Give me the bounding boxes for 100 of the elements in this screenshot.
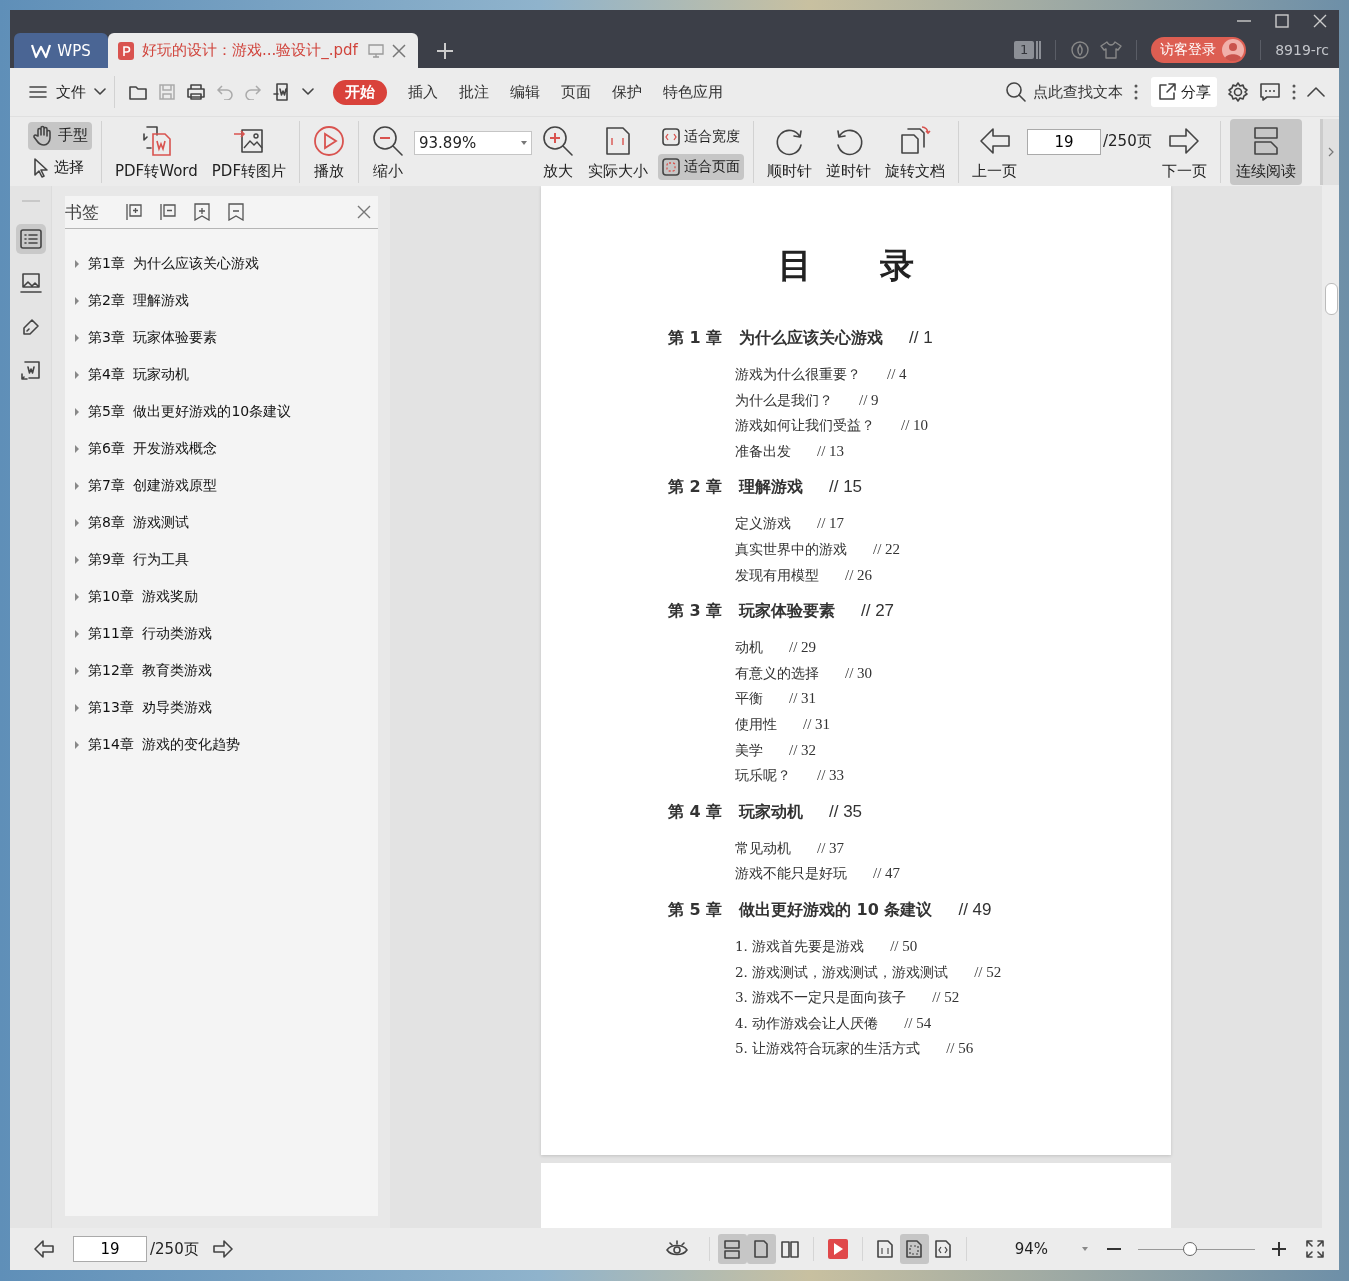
droplet-icon[interactable] — [1070, 40, 1091, 60]
more-icon[interactable] — [1291, 83, 1297, 101]
document-tab[interactable]: 好玩的设计：游戏...验设计_.pdf — [108, 33, 418, 68]
fit-width-button[interactable]: 适合宽度 — [658, 123, 744, 150]
close-icon[interactable] — [356, 204, 372, 220]
open-folder-icon[interactable] — [128, 83, 148, 101]
bookmark-item[interactable]: 第1章 为什么应该关心游戏 — [88, 254, 260, 273]
next-page-icon[interactable] — [212, 1240, 233, 1258]
menu-tab[interactable]: 特色应用 — [663, 79, 723, 105]
menu-tab[interactable]: 保护 — [612, 79, 642, 105]
zoom-out-button[interactable]: 缩小 — [368, 118, 408, 185]
scroll-thumb[interactable] — [1325, 283, 1338, 315]
settings-icon[interactable] — [1227, 81, 1249, 103]
bookmark-item[interactable]: 第8章 游戏测试 — [88, 513, 190, 532]
previous-page-icon[interactable] — [34, 1240, 54, 1258]
menu-tab[interactable]: 页面 — [561, 79, 591, 105]
bookmark-item[interactable]: 第4章 玩家动机 — [88, 365, 190, 384]
expand-arrow[interactable] — [75, 259, 79, 268]
chapter-heading: 第 3 章 玩家体验要素 // 27 — [668, 600, 896, 623]
expand-arrow[interactable] — [75, 407, 79, 416]
collapse-icon[interactable] — [1307, 87, 1325, 97]
share-button[interactable]: 分享 — [1151, 77, 1217, 107]
search-field[interactable]: 点此查找文本 — [1005, 81, 1127, 103]
actual-size-button[interactable]: 实际大小 — [584, 118, 652, 185]
pdf-to-word-button[interactable]: PDF转Word — [111, 118, 202, 185]
bookmark-item[interactable]: 第2章 理解游戏 — [88, 291, 190, 310]
outline-tab[interactable] — [15, 224, 46, 254]
menu-tab[interactable]: 开始 — [333, 79, 387, 105]
continuous-reading-button[interactable]: 连续阅读 — [1229, 118, 1302, 185]
zoom-dropdown[interactable]: 94% — [1014, 1240, 1088, 1258]
expand-arrow[interactable] — [75, 629, 79, 638]
page-number-field[interactable]: 19 — [73, 1236, 147, 1262]
bookmark-item[interactable]: 第3章 玩家体验要素 — [88, 328, 218, 347]
expand-arrow[interactable] — [75, 370, 79, 379]
file-menu[interactable]: 文件 — [56, 82, 86, 102]
expand-arrow[interactable] — [75, 444, 79, 453]
next-page-button[interactable]: 下一页 — [1157, 118, 1211, 185]
zoom-out-icon[interactable] — [1106, 1247, 1122, 1251]
eye-icon[interactable] — [664, 1240, 689, 1258]
chevron-down-icon[interactable] — [94, 88, 106, 96]
bookmark-item[interactable]: 第14章 游戏的变化趋势 — [88, 735, 241, 754]
expand-arrow[interactable] — [75, 666, 79, 675]
collapse-all-icon[interactable] — [159, 203, 177, 221]
slideshow-button[interactable] — [827, 1239, 848, 1259]
zoom-in-icon[interactable] — [1271, 1241, 1287, 1257]
rotate-counterclockwise-button[interactable]: 逆时针 — [822, 118, 875, 185]
expand-arrow[interactable] — [75, 555, 79, 564]
menu-tab[interactable]: 插入 — [408, 79, 438, 105]
expand-arrow[interactable] — [75, 481, 79, 490]
fit-page-button[interactable]: 适合页面 — [658, 153, 744, 180]
remove-bookmark-icon[interactable] — [227, 203, 245, 221]
bookmark-item[interactable]: 第12章 教育类游戏 — [88, 661, 213, 680]
more-icon[interactable] — [1133, 83, 1139, 101]
expand-arrow[interactable] — [75, 296, 79, 305]
maximize-icon[interactable] — [1275, 14, 1289, 28]
select-tool-button[interactable]: 选择 — [28, 153, 92, 182]
expand-arrow[interactable] — [75, 740, 79, 749]
bookmark-item[interactable]: 第10章 游戏奖励 — [88, 587, 199, 606]
zoom-field[interactable]: 93.89% — [414, 130, 532, 155]
bookmark-item[interactable]: 第11章 行动类游戏 — [88, 624, 213, 643]
rotate-clockwise-button[interactable]: 顺时针 — [763, 118, 816, 185]
menu-tab[interactable]: 批注 — [459, 79, 489, 105]
zoom-in-button[interactable]: 放大 — [538, 118, 578, 185]
single-page-button[interactable] — [746, 1234, 776, 1264]
toc-entry: 有意义的选择 // 30 — [735, 663, 874, 683]
expand-arrow[interactable] — [75, 333, 79, 342]
more-caret-icon[interactable] — [302, 88, 314, 96]
close-icon[interactable] — [1313, 14, 1327, 28]
chevron-right-icon[interactable] — [1327, 146, 1335, 157]
fit-page-button[interactable] — [899, 1234, 929, 1264]
bookmark-item[interactable]: 第6章 开发游戏概念 — [88, 439, 218, 458]
new-tab-icon[interactable] — [436, 41, 454, 60]
expand-arrow[interactable] — [75, 592, 79, 601]
page-number-field[interactable]: 19 — [1027, 128, 1101, 155]
pdf-to-image-button[interactable]: PDF转图片 — [207, 118, 290, 185]
expand-all-icon[interactable] — [125, 203, 143, 221]
shirt-icon[interactable] — [1100, 40, 1123, 60]
chat-icon[interactable] — [1259, 82, 1281, 102]
bookmark-item[interactable]: 第13章 劝导类游戏 — [88, 698, 213, 717]
expand-arrow[interactable] — [75, 518, 79, 527]
bookmark-item[interactable]: 第9章 行为工具 — [88, 550, 190, 569]
menu-icon[interactable] — [28, 84, 48, 100]
rotate-document-button[interactable]: 旋转文档 — [881, 118, 949, 185]
bookmark-item[interactable]: 第5章 做出更好游戏的10条建议 — [88, 402, 292, 421]
toc-entry: 玩乐呢？ // 33 — [735, 766, 846, 786]
expand-arrow[interactable] — [75, 703, 79, 712]
user-name[interactable]: 8919-rc — [1275, 42, 1329, 58]
login-button[interactable]: 访客登录 — [1151, 37, 1247, 63]
home-tab[interactable]: WPS — [14, 33, 108, 68]
slider-thumb[interactable] — [1183, 1242, 1198, 1256]
print-icon[interactable] — [186, 83, 206, 101]
hand-tool-button[interactable]: 手型 — [28, 121, 92, 150]
bookmark-item[interactable]: 第7章 创建游戏原型 — [88, 476, 218, 495]
add-bookmark-icon[interactable] — [193, 203, 211, 221]
menu-tab[interactable]: 编辑 — [510, 79, 540, 105]
play-button[interactable]: 播放 — [309, 118, 349, 185]
fullscreen-icon[interactable] — [1305, 1239, 1325, 1259]
continuous-view-button[interactable] — [717, 1234, 747, 1264]
previous-page-button[interactable]: 上一页 — [968, 118, 1021, 185]
close-tab-icon[interactable] — [392, 43, 406, 58]
